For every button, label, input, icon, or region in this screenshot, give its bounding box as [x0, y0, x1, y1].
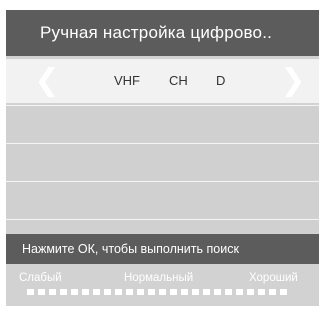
signal-segment — [137, 289, 144, 295]
signal-segment — [104, 289, 111, 295]
signal-segment — [148, 289, 155, 295]
signal-segment — [27, 289, 34, 295]
signal-segment — [115, 289, 122, 295]
list-row — [6, 219, 319, 233]
signal-segment — [71, 289, 78, 295]
signal-segment — [159, 289, 166, 295]
signal-segment — [247, 289, 254, 295]
signal-segment — [38, 289, 45, 295]
list-row — [6, 105, 319, 142]
signal-segment — [126, 289, 133, 295]
signal-segment — [49, 289, 56, 295]
signal-segment — [269, 289, 276, 295]
signal-segment — [214, 289, 221, 295]
signal-good-label: Хороший — [249, 272, 298, 284]
signal-segment — [192, 289, 199, 295]
panel-title: Ручная настройка цифрово.. — [6, 10, 319, 56]
signal-segment — [225, 289, 232, 295]
chevron-right-icon[interactable]: ❯ — [278, 59, 308, 103]
signal-segment — [82, 289, 89, 295]
chevron-left-icon[interactable]: ❮ — [32, 59, 62, 103]
signal-segment — [60, 289, 67, 295]
channel-selector-row[interactable]: ❮ VHF CH D ❯ — [6, 59, 319, 103]
signal-segment — [93, 289, 100, 295]
band-value: VHF — [114, 73, 140, 88]
signal-segment — [236, 289, 243, 295]
manual-tuning-panel: Ручная настройка цифрово.. ❮ VHF CH D ❯ … — [6, 10, 319, 306]
signal-segment — [258, 289, 265, 295]
signal-strength-area: Слабый Нормальный Хороший — [6, 264, 319, 306]
ch-label: CH — [169, 73, 188, 88]
signal-segment — [170, 289, 177, 295]
signal-weak-label: Слабый — [19, 272, 62, 284]
channel-value: D — [216, 73, 226, 88]
signal-segment — [203, 289, 210, 295]
search-hint: Нажмите ОК, чтобы выполнить поиск — [6, 234, 319, 264]
list-row — [6, 143, 319, 180]
signal-segment — [280, 289, 287, 295]
signal-strength-meter — [27, 289, 291, 295]
signal-segment — [181, 289, 188, 295]
signal-normal-label: Нормальный — [124, 272, 194, 284]
list-row — [6, 181, 319, 218]
